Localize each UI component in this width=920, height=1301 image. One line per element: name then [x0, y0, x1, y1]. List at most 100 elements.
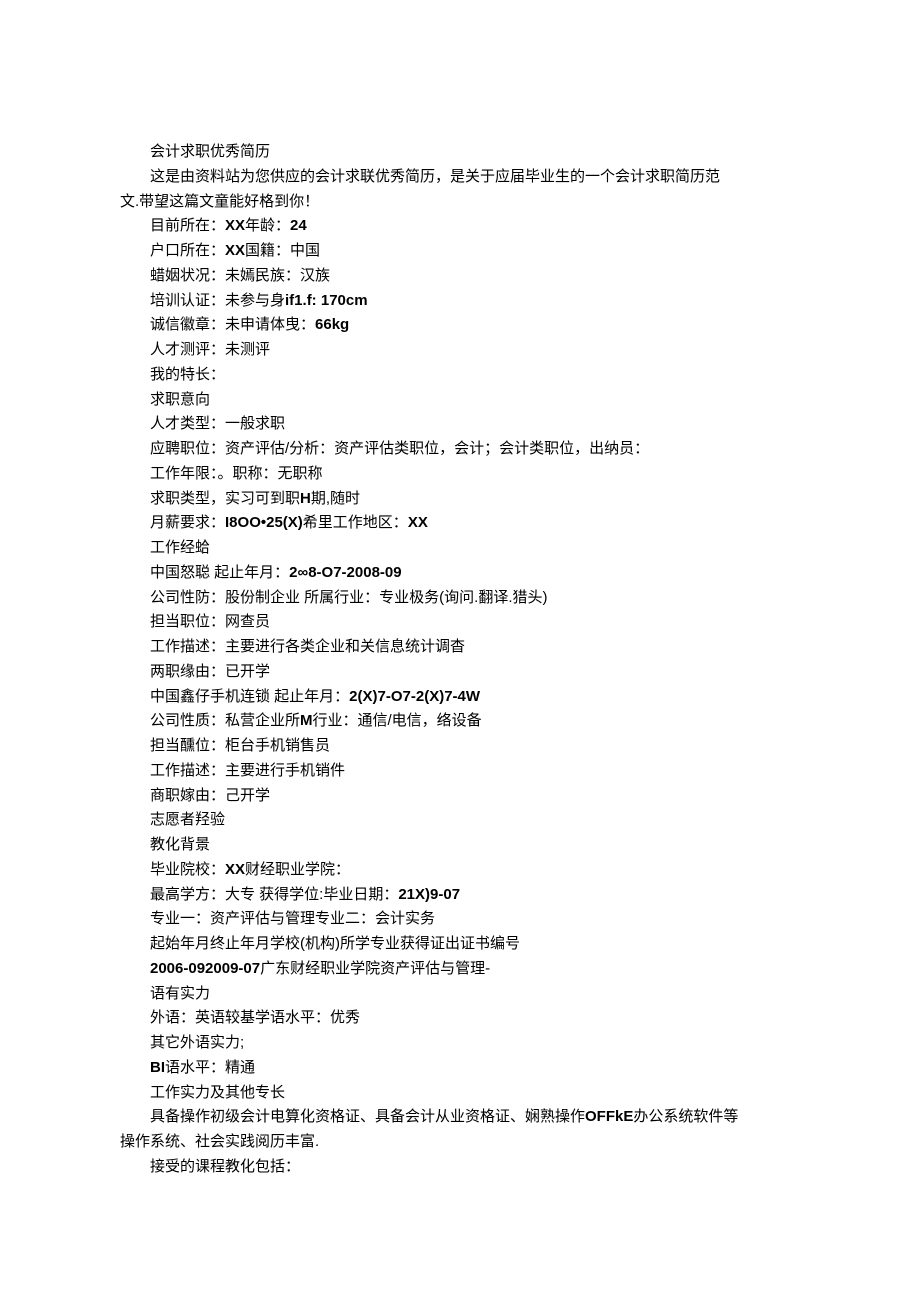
plain-text: 担当醺位：柜台手机销售员: [150, 737, 330, 754]
plain-text: 目前所在：: [150, 217, 225, 234]
text-line: 工作描述：主要进行各类企业和关信息统计调杳: [120, 635, 800, 660]
text-line: 专业一：资产评估与管理专业二：会计实务: [120, 907, 800, 932]
text-line: 求职类型，实习可到职H期,随时: [120, 487, 800, 512]
bold-text: 66kg: [315, 316, 349, 333]
text-line: 诚信徽章：未申请体曳：66kg: [120, 313, 800, 338]
text-line: 工作描述：主要进行手机销件: [120, 759, 800, 784]
plain-text: 工作年限：。职称：无职称: [150, 465, 323, 482]
plain-text: 工作描述：主要进行手机销件: [150, 762, 345, 779]
text-line: 工作年限：。职称：无职称: [120, 462, 800, 487]
plain-text: 这是由资料站为您供应的会计求联优秀简历，是关于应届毕业生的一个会计求职简历范: [150, 168, 720, 185]
text-line: 目前所在：XX年龄：24: [120, 214, 800, 239]
text-line: 起始年月终止年月学校(机构)所学专业获得证出证书编号: [120, 932, 800, 957]
plain-text: 两职缘由：已开学: [150, 663, 270, 680]
text-line: 外语：英语较基学语水平：优秀: [120, 1006, 800, 1031]
plain-text: 毕业院校：: [150, 861, 225, 878]
text-line: 中国怒聪 起止年月：2∞8-O7-2008-09: [120, 561, 800, 586]
plain-text: 户口所在：: [150, 242, 225, 259]
bold-text: 24: [290, 217, 307, 234]
text-line: 毕业院校：XX财经职业学院：: [120, 858, 800, 883]
plain-text: 商职嫁由：己开学: [150, 787, 270, 804]
plain-text: 求职意向: [150, 391, 210, 408]
text-line: 担当职位：网查员: [120, 610, 800, 635]
plain-text: 公司性质：私营企业所: [150, 712, 300, 729]
plain-text: 语水平：精通: [165, 1059, 255, 1076]
text-line: 最高学方：大专 获得学位:毕业日期：21X)9-07: [120, 883, 800, 908]
plain-text: 接受的课程教化包括：: [150, 1158, 300, 1175]
text-line: 教化背景: [120, 833, 800, 858]
text-line: 2006-092009-07广东财经职业学院资产评估与管理-: [120, 957, 800, 982]
plain-text: 专业一：资产评估与管理专业二：会计实务: [150, 910, 435, 927]
bold-text: OFFkE: [585, 1108, 633, 1125]
text-line: 公司性防：股份制企业 所属行业：专业极务(询问.翻译.猎头): [120, 586, 800, 611]
text-line: 中国鑫仔手机连锁 起止年月：2(X)7-O7-2(X)7-4W: [120, 685, 800, 710]
plain-text: 操作系统、社会实践阅历丰富.: [120, 1133, 319, 1150]
plain-text: 工作描述：主要进行各类企业和关信息统计调杳: [150, 638, 465, 655]
text-line: 我的特长：: [120, 363, 800, 388]
plain-text: 广东财经职业学院资产评估与管理-: [260, 960, 490, 977]
bold-text: XX: [225, 861, 245, 878]
plain-text: 年龄：: [245, 217, 290, 234]
plain-text: 工作经蛤: [150, 539, 210, 556]
text-line: 接受的课程教化包括：: [120, 1155, 800, 1180]
plain-text: 中国鑫仔手机连锁 起止年月：: [150, 688, 349, 705]
text-line: 求职意向: [120, 388, 800, 413]
plain-text: 教化背景: [150, 836, 210, 853]
bold-text: XX: [408, 514, 428, 531]
bold-text: I8OO•25(X): [225, 514, 303, 531]
bold-text: M: [300, 712, 313, 729]
text-line: 公司性质：私营企业所M行业：通信/电信，络设备: [120, 709, 800, 734]
bold-text: BI: [150, 1059, 165, 1076]
plain-text: 期,随时: [311, 490, 360, 507]
plain-text: 我的特长：: [150, 366, 225, 383]
text-line: 工作经蛤: [120, 536, 800, 561]
bold-text: XX: [225, 217, 245, 234]
plain-text: 人才类型：一般求职: [150, 415, 285, 432]
text-line: 语有实力: [120, 982, 800, 1007]
bold-text: if1.f: 170cm: [285, 292, 368, 309]
plain-text: 志愿者羟验: [150, 811, 225, 828]
plain-text: 应聘职位：资产评估/分析：资产评估类职位，会计；会计类职位，出纳员：: [150, 440, 649, 457]
text-line: BI语水平：精通: [120, 1056, 800, 1081]
text-line: 操作系统、社会实践阅历丰富.: [120, 1130, 800, 1155]
bold-text: 2(X)7-O7-2(X)7-4W: [349, 688, 480, 705]
text-line: 人才测评：未测评: [120, 338, 800, 363]
plain-text: 文.带望这篇文童能好格到你！: [120, 193, 319, 210]
text-line: 户口所在：XX国籍：中国: [120, 239, 800, 264]
plain-text: 蜡姻状况：未嫣民族：汉族: [150, 267, 330, 284]
plain-text: 月薪要求：: [150, 514, 225, 531]
text-line: 工作实力及其他专长: [120, 1081, 800, 1106]
plain-text: 财经职业学院：: [245, 861, 350, 878]
text-line: 培训认证：未参与身if1.f: 170cm: [120, 289, 800, 314]
plain-text: 担当职位：网查员: [150, 613, 270, 630]
text-line: 具备操作初级会计电算化资格证、具备会计从业资格证、娴熟操作OFFkE办公系统软件…: [120, 1105, 800, 1130]
plain-text: 其它外语实力;: [150, 1034, 244, 1051]
plain-text: 语有实力: [150, 985, 210, 1002]
text-line: 会计求职优秀简历: [120, 140, 800, 165]
text-line: 蜡姻状况：未嫣民族：汉族: [120, 264, 800, 289]
bold-text: 2∞8-O7-2008-09: [289, 564, 401, 581]
text-line: 这是由资料站为您供应的会计求联优秀简历，是关于应届毕业生的一个会计求职简历范: [120, 165, 800, 190]
text-line: 志愿者羟验: [120, 808, 800, 833]
plain-text: 起始年月终止年月学校(机构)所学专业获得证出证书编号: [150, 935, 520, 952]
plain-text: 具备操作初级会计电算化资格证、具备会计从业资格证、娴熟操作: [150, 1108, 585, 1125]
text-line: 文.带望这篇文童能好格到你！: [120, 190, 800, 215]
plain-text: 最高学方：大专 获得学位:毕业日期：: [150, 886, 398, 903]
text-line: 人才类型：一般求职: [120, 412, 800, 437]
text-line: 担当醺位：柜台手机销售员: [120, 734, 800, 759]
document-page: 会计求职优秀简历这是由资料站为您供应的会计求联优秀简历，是关于应届毕业生的一个会…: [0, 0, 920, 1301]
text-line: 两职缘由：已开学: [120, 660, 800, 685]
plain-text: 行业：通信/电信，络设备: [313, 712, 482, 729]
bold-text: 2006-092009-07: [150, 960, 260, 977]
plain-text: 中国怒聪 起止年月：: [150, 564, 289, 581]
plain-text: 会计求职优秀简历: [150, 143, 270, 160]
text-line: 其它外语实力;: [120, 1031, 800, 1056]
bold-text: XX: [225, 242, 245, 259]
plain-text: 外语：英语较基学语水平：优秀: [150, 1009, 360, 1026]
plain-text: 希里工作地区：: [303, 514, 408, 531]
plain-text: 办公系统软件等: [633, 1108, 738, 1125]
plain-text: 培训认证：未参与身: [150, 292, 285, 309]
plain-text: 人才测评：未测评: [150, 341, 270, 358]
plain-text: 国籍：中国: [245, 242, 320, 259]
bold-text: H: [300, 490, 311, 507]
